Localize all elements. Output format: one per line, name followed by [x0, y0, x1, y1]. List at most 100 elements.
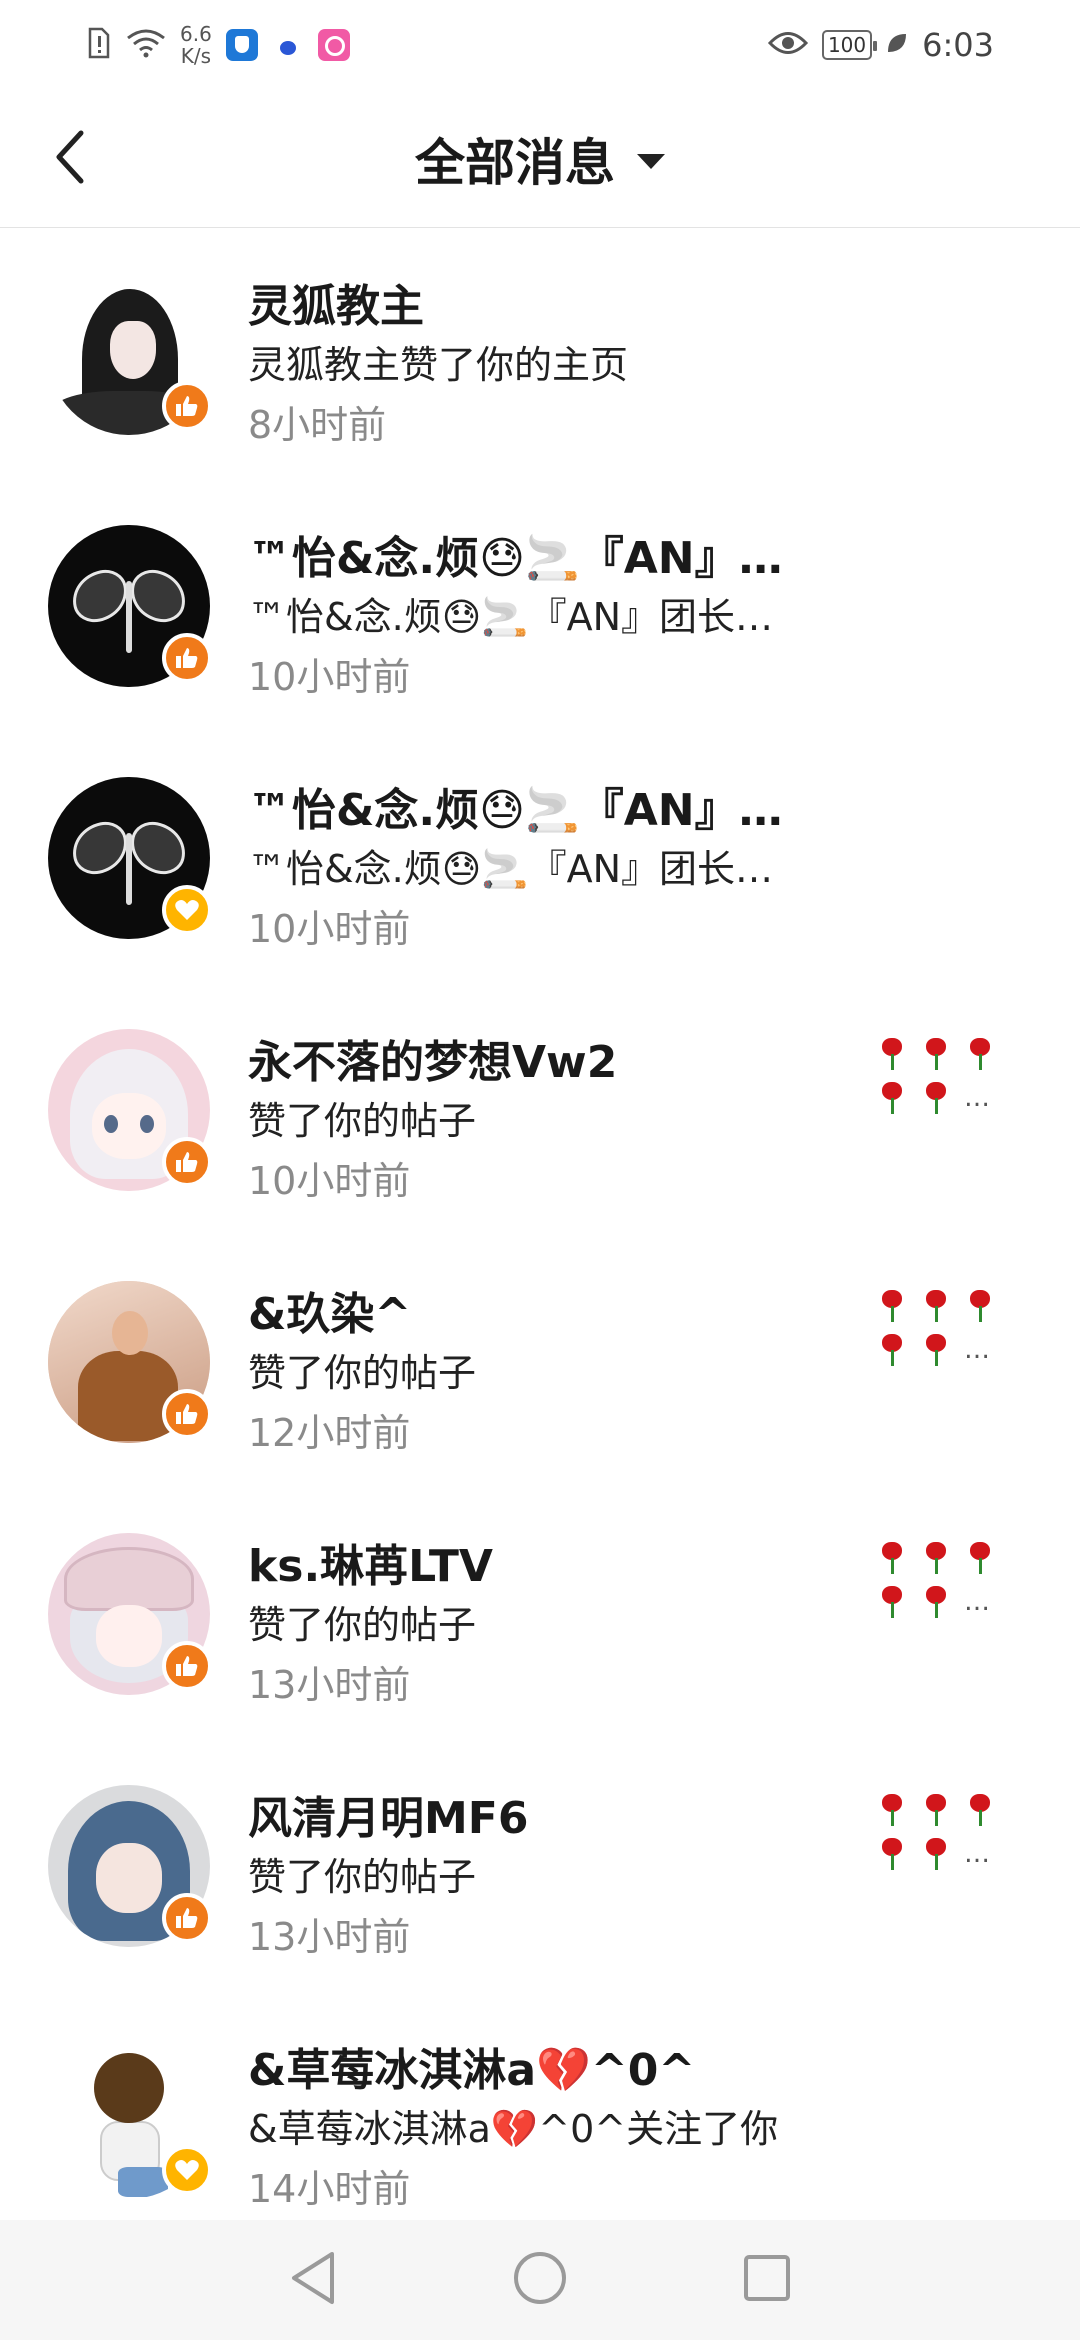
rose-icon: [960, 1790, 1000, 1830]
message-filter-dropdown[interactable]: 全部消息: [0, 90, 1080, 228]
sender-name: 风清月明MF6: [248, 1793, 529, 1844]
network-speed-unit: K/s: [180, 44, 212, 68]
circle-home-icon: [512, 2250, 568, 2310]
rose-icon: [916, 1790, 956, 1830]
message-item[interactable]: ™怡&念.烦😓🚬『AN』… ™怡&念.烦😓🚬『AN』团长… 10小时前: [0, 480, 1080, 732]
message-item[interactable]: ™怡&念.烦😓🚬『AN』… ™怡&念.烦😓🚬『AN』团长… 10小时前: [0, 732, 1080, 984]
rose-icon: [872, 1834, 912, 1874]
network-speed-value: 6.6: [180, 22, 212, 46]
rose-icon: [872, 1286, 912, 1326]
sim-alert-icon: [86, 27, 112, 63]
message-time: 8小时前: [248, 403, 387, 447]
post-thumbnail[interactable]: …: [872, 1034, 1002, 1134]
message-time: 10小时前: [248, 655, 411, 699]
message-time: 10小时前: [248, 907, 411, 951]
rose-icon: [916, 1330, 956, 1370]
message-item[interactable]: 灵狐教主 灵狐教主赞了你的主页 8小时前: [0, 228, 1080, 480]
sender-name: 灵狐教主: [248, 281, 424, 332]
battery-level: 100: [827, 33, 867, 57]
message-item[interactable]: 永不落的梦想Vw2 赞了你的帖子 10小时前 …: [0, 984, 1080, 1236]
top-bar: 全部消息: [0, 90, 1080, 228]
nav-recents-button[interactable]: [722, 2235, 812, 2325]
message-list: 灵狐教主 灵狐教主赞了你的主页 8小时前 ™怡&念.烦😓🚬『AN』… ™怡&念.…: [0, 228, 1080, 2244]
message-time: 10小时前: [248, 1159, 411, 1203]
rose-icon: [872, 1582, 912, 1622]
avatar-container: [48, 273, 212, 435]
sender-name: &草莓冰淇淋a💔^0^: [248, 2045, 696, 2096]
nav-home-button[interactable]: [495, 2235, 585, 2325]
baidu-paw-icon: [272, 29, 304, 61]
rose-icon: [916, 1834, 956, 1874]
sender-name: ™怡&念.烦😓🚬『AN』…: [248, 785, 783, 836]
nav-back-button[interactable]: [268, 2235, 358, 2325]
rose-icon: [916, 1078, 956, 1118]
message-text: 赞了你的帖子: [248, 1351, 477, 1395]
sender-name: &玖染^: [248, 1289, 412, 1340]
clock: 6:03: [922, 26, 994, 64]
rose-icon: [916, 1538, 956, 1578]
rose-icon: [872, 1034, 912, 1074]
status-bar-right: 100 6:03: [767, 26, 994, 64]
message-text: ™怡&念.烦😓🚬『AN』团长…: [248, 847, 774, 891]
avatar-container: [48, 1533, 212, 1695]
message-item[interactable]: ks.琳苒LTV 赞了你的帖子 13小时前 …: [0, 1488, 1080, 1740]
avatar-container: [48, 777, 212, 939]
like-icon: [162, 1893, 212, 1943]
message-text: &草莓冰淇淋a💔^0^关注了你: [248, 2107, 779, 2151]
message-text: ™怡&念.烦😓🚬『AN』团长…: [248, 595, 774, 639]
shield-app-icon: [225, 29, 258, 61]
like-icon: [162, 381, 212, 431]
heart-icon: [162, 2145, 212, 2195]
wifi-icon: [126, 28, 166, 62]
battery-indicator: 100: [821, 30, 878, 60]
message-item[interactable]: &玖染^ 赞了你的帖子 12小时前 …: [0, 1236, 1080, 1488]
rose-icon: [960, 1286, 1000, 1326]
like-icon: [162, 1389, 212, 1439]
message-time: 13小时前: [248, 1663, 411, 1707]
thumbnail-ellipsis: …: [964, 1839, 990, 1869]
avatar-container: [48, 525, 212, 687]
rose-icon: [960, 1034, 1000, 1074]
network-speed: 6.6 K/s: [180, 23, 212, 67]
thumbnail-ellipsis: …: [964, 1587, 990, 1617]
message-item[interactable]: 风清月明MF6 赞了你的帖子 13小时前 …: [0, 1740, 1080, 1992]
sender-name: 永不落的梦想Vw2: [248, 1037, 618, 1088]
rose-icon: [872, 1330, 912, 1370]
rose-icon: [916, 1582, 956, 1622]
message-text: 赞了你的帖子: [248, 1603, 477, 1647]
message-time: 12小时前: [248, 1411, 411, 1455]
post-thumbnail[interactable]: …: [872, 1790, 1002, 1890]
like-icon: [162, 1137, 212, 1187]
square-recents-icon: [742, 2253, 792, 2307]
system-nav-bar: [0, 2220, 1080, 2340]
eye-icon: [767, 30, 809, 60]
status-bar: 6.6 K/s 100 6:03: [0, 0, 1080, 90]
message-time: 13小时前: [248, 1915, 411, 1959]
heart-icon: [162, 885, 212, 935]
status-bar-left: 6.6 K/s: [86, 23, 350, 67]
like-icon: [162, 1641, 212, 1691]
rose-icon: [916, 1034, 956, 1074]
rose-icon: [872, 1078, 912, 1118]
message-text: 赞了你的帖子: [248, 1099, 477, 1143]
page-title: 全部消息: [415, 134, 615, 192]
triangle-back-icon: [288, 2250, 338, 2310]
post-thumbnail[interactable]: …: [872, 1286, 1002, 1386]
sender-name: ™怡&念.烦😓🚬『AN』…: [248, 533, 783, 584]
screen: 6.6 K/s 100 6:03 全部消息 灵狐教主 灵狐教主赞了你的主页 8小…: [0, 0, 1080, 2340]
post-thumbnail[interactable]: …: [872, 1538, 1002, 1638]
avatar-container: [48, 2037, 212, 2199]
avatar-container: [48, 1281, 212, 1443]
rose-icon: [872, 1790, 912, 1830]
message-item[interactable]: &草莓冰淇淋a💔^0^ &草莓冰淇淋a💔^0^关注了你 14小时前: [0, 1992, 1080, 2244]
message-text: 赞了你的帖子: [248, 1855, 477, 1899]
rose-icon: [872, 1538, 912, 1578]
like-icon: [162, 633, 212, 683]
thumbnail-ellipsis: …: [964, 1083, 990, 1113]
sender-name: ks.琳苒LTV: [248, 1541, 493, 1592]
pink-app-icon: [317, 29, 350, 61]
rose-icon: [916, 1286, 956, 1326]
caret-down-icon: [637, 153, 665, 169]
message-text: 灵狐教主赞了你的主页: [248, 343, 629, 387]
thumbnail-ellipsis: …: [964, 1335, 990, 1365]
